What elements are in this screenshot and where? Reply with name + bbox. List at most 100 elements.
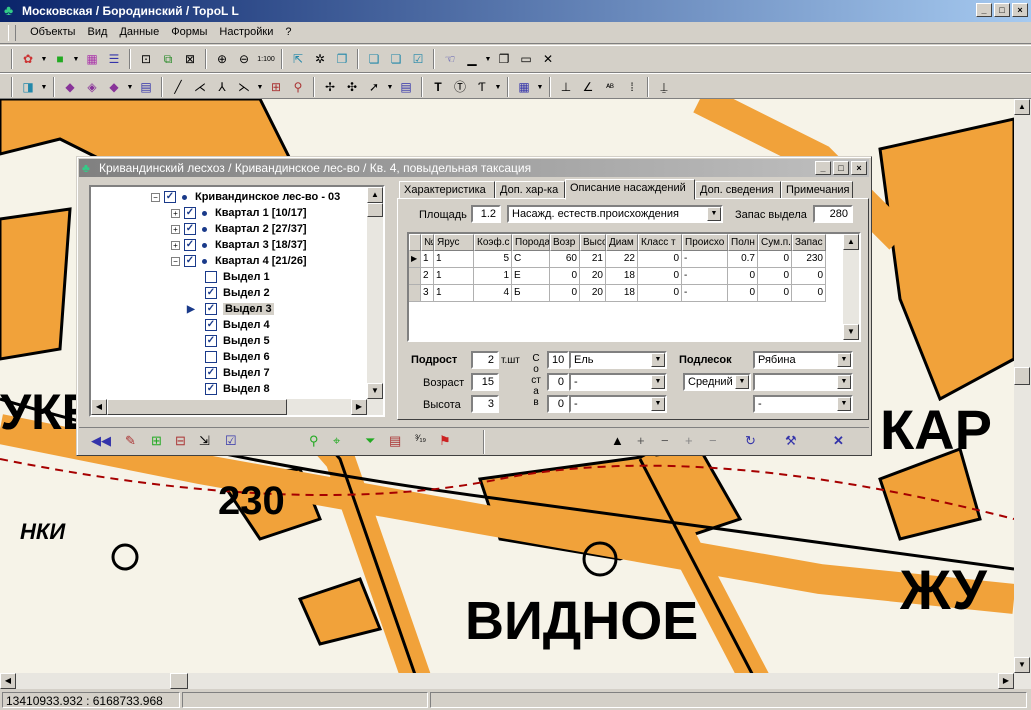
search-icon[interactable]: ⚲ (309, 434, 319, 447)
table-cell[interactable]: 0 (758, 268, 792, 285)
checkbox-icon[interactable]: ✓ (184, 223, 196, 235)
window-check-icon[interactable]: ☑ (408, 49, 428, 69)
table-icon[interactable]: ▤ (136, 77, 156, 97)
legend-list-icon[interactable]: ☰ (104, 49, 124, 69)
table-cell[interactable]: Е (512, 268, 550, 285)
table-cell[interactable]: 20 (580, 268, 606, 285)
table-cell[interactable]: 2 (421, 268, 434, 285)
polygon-dropdown[interactable]: ▼ (126, 84, 134, 91)
scroll-up-button[interactable]: ▲ (367, 187, 383, 203)
table-column-header[interactable]: Полн (728, 234, 758, 251)
close-button[interactable]: × (1012, 3, 1028, 17)
vertex-icon[interactable]: ⁞ (622, 77, 642, 97)
checkbox-icon[interactable]: ✓ (184, 255, 196, 267)
point-symbol-icon[interactable]: ⚲ (288, 77, 308, 97)
tree-horizontal-scrollbar[interactable]: ◀ ▶ (91, 399, 383, 415)
underwood-species-1[interactable]: Рябина ▼ (753, 351, 853, 369)
undergrowth-age-field[interactable]: 15 (471, 373, 499, 391)
checkbox-icon[interactable]: ✓ (184, 239, 196, 251)
table-vertical-scrollbar[interactable]: ▲ ▼ (843, 234, 859, 340)
tree-quarter-4[interactable]: − ✓ Квартал 4 [21/26] (171, 253, 307, 269)
table-column-header[interactable]: Запас (792, 234, 826, 251)
table-cell[interactable]: 0 (638, 251, 682, 268)
table-cell[interactable]: 1 (434, 285, 474, 302)
table-column-header[interactable]: Высо (580, 234, 606, 251)
maximize-button[interactable]: □ (994, 3, 1010, 17)
tripod-icon[interactable]: ⍊ (654, 77, 674, 97)
tree-parcel[interactable]: ✓ Выдел 4 (205, 317, 270, 333)
table-row[interactable]: 2 1 1 Е 0 20 18 0-0 0 0 (409, 268, 826, 285)
chevron-down-icon[interactable]: ▼ (651, 397, 665, 411)
point-icon[interactable]: ✢ (320, 77, 340, 97)
checkbox-icon[interactable]: ✓ (164, 191, 176, 203)
zoom-out-icon[interactable]: ⊖ (234, 49, 254, 69)
map-vertical-scrollbar[interactable]: ▲ ▼ (1014, 99, 1031, 689)
polygon-select-icon[interactable]: ◆ (60, 77, 80, 97)
table-cell[interactable]: 1 (434, 268, 474, 285)
scroll-up-button[interactable]: ▲ (843, 234, 859, 250)
tree-parcel[interactable]: ✓ Выдел 7 (205, 365, 270, 381)
map-horizontal-scrollbar[interactable]: ◀ ▶ (0, 673, 1014, 689)
scroll-up-button[interactable]: ▲ (1014, 99, 1030, 115)
palette-icon[interactable]: ✿ (18, 49, 38, 69)
copy-icon[interactable]: ❐ (332, 49, 352, 69)
cancel-icon[interactable]: ✕ (833, 434, 844, 447)
table-cell[interactable]: 22 (606, 251, 638, 268)
text-dropdown[interactable]: ▼ (494, 84, 502, 91)
table-cell[interactable]: 230 (792, 251, 826, 268)
table-cell[interactable]: 20 (580, 285, 606, 302)
expand-icon[interactable]: + (171, 224, 180, 234)
expand-icon[interactable]: + (171, 240, 180, 250)
report-icon[interactable]: ▤ (389, 434, 401, 447)
line-pointer-icon[interactable]: ⋋ (234, 77, 254, 97)
table-cell[interactable]: 0.7 (728, 251, 758, 268)
table-row[interactable]: 3 1 4 Б 0 20 18 0-0 0 0 (409, 285, 826, 302)
text-pointer-icon[interactable]: Ƭ (472, 77, 492, 97)
collapse-icon[interactable]: − (151, 192, 160, 202)
table-cell[interactable]: 3 (421, 285, 434, 302)
menu-settings[interactable]: Настройки (216, 22, 276, 42)
tree-parcel[interactable]: Выдел 1 (205, 269, 270, 285)
tab-extra-characteristics[interactable]: Доп. хар-ка (495, 181, 565, 199)
polygon-pointer-icon[interactable]: ◆ (104, 77, 124, 97)
counter-icon[interactable]: ³⁄₁₉ (415, 434, 426, 443)
chevron-down-icon[interactable]: ▼ (837, 375, 851, 389)
node-icon[interactable]: ⅄ (212, 77, 232, 97)
locate-icon[interactable]: ⌖ (333, 434, 340, 447)
point-dropdown[interactable]: ▼ (386, 84, 394, 91)
table-cell[interactable]: 0 (758, 285, 792, 302)
measure-icon[interactable]: ⊞ (266, 77, 286, 97)
text-icon[interactable]: T (428, 77, 448, 97)
composition-1-species[interactable]: Ель ▼ (569, 351, 667, 369)
polygon-edit-icon[interactable]: ◈ (82, 77, 102, 97)
tree-root[interactable]: − ✓ Кривандинское лес-во - 03 (151, 189, 340, 205)
point-pointer-icon[interactable]: ➚ (364, 77, 384, 97)
expand-icon[interactable]: + (171, 208, 180, 218)
checkbox-icon[interactable]: ✓ (205, 319, 217, 331)
table-cell[interactable]: 60 (550, 251, 580, 268)
checkbox-icon[interactable] (205, 271, 217, 283)
table-cell[interactable]: 1 (421, 251, 434, 268)
checkbox-icon[interactable]: ✓ (205, 367, 217, 379)
tree-vertical-scrollbar[interactable]: ▲ ▼ (367, 187, 383, 399)
minimize-button[interactable]: _ (976, 3, 992, 17)
table-cell[interactable]: 0 (728, 268, 758, 285)
layer-dropdown[interactable]: ▼ (72, 56, 80, 63)
table-column-header[interactable]: Класс т (638, 234, 682, 251)
ruler-icon[interactable]: ⊥ (556, 77, 576, 97)
window-tile-icon[interactable]: ❏ (386, 49, 406, 69)
scale-icon[interactable]: 1:100 (256, 49, 276, 69)
dialog-maximize-button[interactable]: □ (833, 161, 849, 175)
chevron-down-icon[interactable]: ▼ (651, 353, 665, 367)
table-cell[interactable]: 18 (606, 268, 638, 285)
chevron-down-icon[interactable]: ▼ (837, 353, 851, 367)
scroll-left-button[interactable]: ◀ (91, 399, 107, 415)
table-cell[interactable]: 0 (792, 268, 826, 285)
close-doc-icon[interactable]: ✕ (538, 49, 558, 69)
checkbox-icon[interactable]: ✓ (205, 303, 217, 315)
scroll-right-button[interactable]: ▶ (998, 673, 1014, 689)
grid-dropdown[interactable]: ▼ (536, 84, 544, 91)
add-icon[interactable]: + (637, 434, 645, 447)
checkbox-icon[interactable]: ✓ (184, 207, 196, 219)
scroll-down-button[interactable]: ▼ (843, 324, 859, 340)
